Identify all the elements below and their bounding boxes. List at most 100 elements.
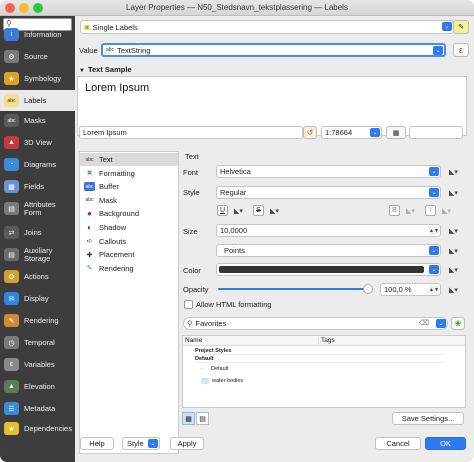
list-view-icon: ▤ (199, 415, 206, 423)
opacity-slider-fill (218, 288, 368, 290)
underline-override-button[interactable]: ◣▾ (230, 205, 247, 217)
tree-item-rendering[interactable]: ✎ Rendering (80, 262, 178, 275)
color-override-button[interactable]: ◣▾ (445, 264, 462, 276)
column-name[interactable]: Name (185, 337, 202, 344)
label-settings-tree: abc Text ✖ Formatting abc Buffer abc Mask ● Backg… (79, 151, 179, 454)
style-entry[interactable]: · Default (201, 366, 228, 372)
symbology-icon: ★ (4, 72, 19, 85)
label-mode-select[interactable]: ▣ Single Labels ⌄ (80, 20, 454, 34)
preview-text-input[interactable]: Lorem Ipsum (79, 126, 303, 139)
actions-icon: ⚙ (4, 270, 19, 283)
placement-icon: ✚ (86, 251, 93, 259)
label-pen-icon: ✎ (458, 24, 464, 31)
column-tags[interactable]: Tags (318, 337, 335, 344)
tree-item-label: Shadow (99, 223, 127, 232)
favorites-search[interactable]: ⚲ Favorites ⌫ ⌄ (183, 317, 448, 330)
3d-view-icon: ▲ (4, 136, 19, 149)
text-section-heading: Text (185, 152, 199, 161)
style-entry[interactable]: water bodies (201, 378, 243, 384)
sidebar-item-labels[interactable]: abc Labels (0, 90, 75, 111)
chevron-down-icon: ⌄ (148, 439, 158, 448)
style-override-button[interactable]: ◣▾ (445, 187, 462, 199)
label-rules-button[interactable]: ✎ (453, 20, 469, 34)
text-sample-heading: Text Sample (87, 65, 132, 74)
sidebar-item-elevation[interactable]: ▲ Elevation (0, 376, 75, 397)
size-spinbox[interactable]: 10,0000 ▲▼ (216, 224, 441, 237)
chevron-down-icon: ⌄ (429, 265, 439, 274)
cancel-button[interactable]: Cancel (375, 437, 421, 450)
font-select[interactable]: Helvetica ⌄ (216, 165, 441, 178)
value-field-select[interactable]: abc TextString ⌄ (101, 43, 446, 57)
opacity-override-button[interactable]: ◣▾ (445, 284, 462, 296)
sidebar-item-attributes-form[interactable]: ▤ Attributes Form (0, 198, 75, 219)
text-sample-header[interactable]: ▼ Text Sample (79, 65, 132, 74)
style-menu-label: Style (127, 439, 144, 448)
style-manager-button[interactable]: ❀ (451, 317, 465, 330)
icon-view-button[interactable]: ▦ (182, 412, 195, 425)
sidebar-item-diagrams[interactable]: ◔ Diagrams (0, 154, 75, 175)
style-entry-label: water bodies (212, 378, 244, 384)
sidebar-item-display[interactable]: ✉ Display (0, 288, 75, 309)
spinner-arrows-icon: ▲▼ (429, 226, 439, 235)
help-button[interactable]: Help (80, 437, 114, 450)
background-color-button[interactable]: ▦ (386, 126, 406, 139)
sidebar-item-label: Diagrams (24, 159, 57, 169)
tree-item-background[interactable]: ● Background (80, 207, 178, 220)
italic-button[interactable]: I (425, 205, 436, 216)
sidebar-item-rendering[interactable]: ✎ Rendering (0, 310, 75, 331)
scale-select[interactable]: 1:78664 ⌄ (321, 126, 382, 139)
sidebar-item-symbology[interactable]: ★ Symbology (0, 68, 75, 89)
size-label: Size (183, 227, 198, 236)
sidebar-item-label: Auxiliary Storage (24, 245, 53, 263)
opacity-slider-handle[interactable] (363, 284, 373, 294)
styles-list-header: Name Tags (183, 336, 465, 346)
bold-override-button[interactable]: ◣▾ (402, 205, 419, 217)
opacity-slider[interactable] (218, 284, 373, 294)
sidebar-item-auxiliary-storage[interactable]: ▤ Auxiliary Storage (0, 244, 75, 265)
size-override-button[interactable]: ◣▾ (445, 225, 462, 237)
tree-item-mask[interactable]: abc Mask (80, 194, 178, 207)
font-override-button[interactable]: ◣▾ (445, 166, 462, 178)
tree-item-text[interactable]: abc Text (80, 153, 178, 166)
tree-item-buffer[interactable]: abc Buffer (80, 180, 178, 193)
font-style-select[interactable]: Regular ⌄ (216, 186, 441, 199)
tree-item-formatting[interactable]: ✖ Formatting (80, 167, 178, 180)
bold-button[interactable]: B (389, 205, 400, 216)
unit-override-button[interactable]: ◣▾ (445, 245, 462, 257)
sidebar-item-variables[interactable]: ε Variables (0, 354, 75, 375)
tree-item-callouts[interactable]: ➪ Callouts (80, 235, 178, 248)
sidebar-item-temporal[interactable]: ◷ Temporal (0, 332, 75, 353)
save-settings-button[interactable]: Save Settings... (392, 412, 464, 425)
clear-icon[interactable]: ⌫ (419, 319, 429, 327)
sidebar-item-joins[interactable]: ⇄ Joins (0, 222, 75, 243)
sidebar-item-source[interactable]: ⚙ Source (0, 46, 75, 67)
tree-item-shadow[interactable]: ◐ Shadow (80, 221, 178, 234)
size-unit-select[interactable]: Points ⌄ (216, 244, 441, 257)
tree-item-placement[interactable]: ✚ Placement (80, 248, 178, 261)
strikeout-button[interactable]: S (253, 205, 264, 216)
spinner-arrows-icon: ▲▼ (429, 285, 439, 294)
italic-override-button[interactable]: ◣▾ (438, 205, 455, 217)
ok-button[interactable]: OK (425, 437, 466, 450)
apply-button[interactable]: Apply (170, 437, 204, 450)
strikeout-override-button[interactable]: ◣▾ (266, 205, 283, 217)
sidebar-item-fields[interactable]: ▦ Fields (0, 176, 75, 197)
sidebar-item-dependencies[interactable]: ★ Dependencies (0, 418, 75, 439)
data-defined-icon: ◣▾ (449, 267, 458, 274)
reset-preview-button[interactable]: ↺ (303, 126, 317, 139)
sidebar-item-information[interactable]: i Information (0, 24, 75, 45)
allow-html-checkbox[interactable] (184, 300, 193, 309)
underline-button[interactable]: U (217, 205, 228, 216)
sidebar-item-3d-view[interactable]: ▲ 3D View (0, 132, 75, 153)
tree-item-label: Text (99, 155, 113, 164)
opacity-spinbox[interactable]: 100,0 % ▲▼ (380, 283, 441, 296)
sidebar-item-masks[interactable]: abc Masks (0, 110, 75, 131)
paint-icon: ▦ (392, 129, 400, 137)
list-view-button[interactable]: ▤ (196, 412, 209, 425)
sidebar-item-metadata[interactable]: ☰ Metadata (0, 398, 75, 419)
preview-background-color[interactable] (409, 126, 463, 139)
color-button[interactable]: ⌄ (216, 263, 441, 276)
expression-button[interactable]: ε (453, 43, 469, 57)
style-menu-button[interactable]: Style ⌄ (122, 437, 160, 450)
sidebar-item-actions[interactable]: ⚙ Actions (0, 266, 75, 287)
